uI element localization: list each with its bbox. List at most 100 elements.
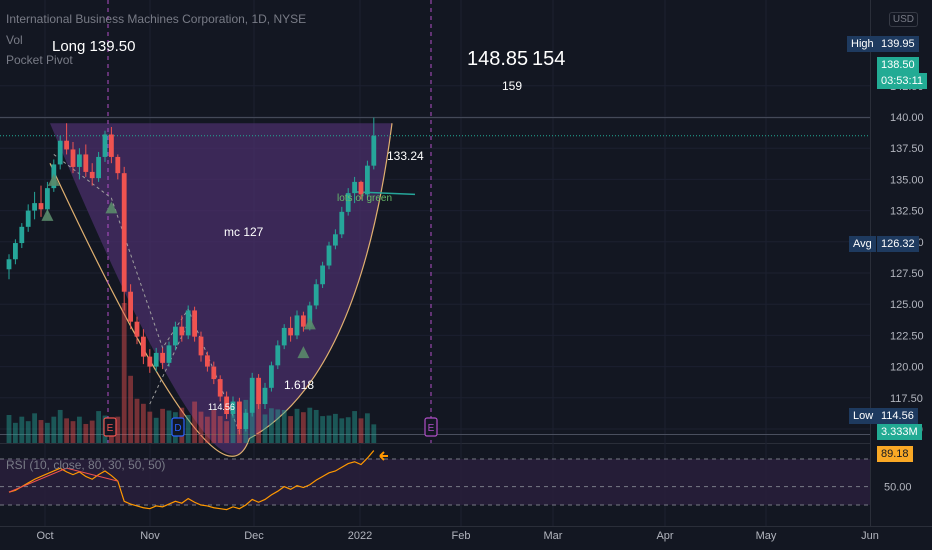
price-axis-label: 135.00 [890,174,924,186]
candle-body [339,211,345,235]
candle-body [57,140,63,165]
price-axis-border [870,0,871,526]
volume-bar [211,409,217,443]
event-marker-label: E [428,423,435,434]
rsi-axis-label: 50.00 [884,482,912,494]
long-entry-label: Long 139.50 [52,38,136,55]
candle-body [160,352,165,363]
candle-body [70,149,76,167]
candle-body [301,315,306,327]
candle-body [192,310,197,337]
volume-bar [96,411,101,443]
volume-bar [70,421,76,443]
volume-bar [38,420,44,443]
volume-bar [365,413,370,443]
cup-low-label: 114.56 [208,402,235,412]
price-axis-label: 122.50 [890,330,924,342]
candle-body [109,134,114,157]
volume-badge: 3.333M [877,424,922,440]
avg-badge-value: 126.32 [877,236,919,252]
candle-body [256,377,261,405]
price-axis-label: 132.50 [890,206,924,218]
candle-body [320,265,325,285]
candle-body [25,210,31,227]
volume-bar [13,422,18,443]
support-level-label: 133.24 [387,149,424,163]
volume-bar [198,411,204,443]
volume-bar [313,409,319,443]
volume-bar [160,408,165,443]
low-badge-value: 114.56 [877,408,918,424]
candle-body [173,326,178,346]
high-badge-label: High [847,36,878,52]
volume-bar [147,411,153,443]
volume-bar [64,418,69,443]
candle-body [205,355,210,367]
target-2-label: 154 [532,48,566,70]
last-price-badge: 138.50 [877,57,919,73]
candle-body [153,352,159,367]
volume-bar [326,415,332,443]
volume-bar [320,416,325,443]
candle-body [83,154,89,172]
volume-bar [166,410,172,443]
candle-body [371,135,377,166]
event-marker-label: D [174,423,181,434]
rsi-indicator-label[interactable]: RSI (10, close, 80, 30, 50, 50) [6,458,165,472]
candle-body [134,321,140,337]
candle-body [128,291,133,322]
volume-bar [352,411,357,443]
time-axis-label: Oct [36,530,53,542]
candle-body [211,366,217,380]
volume-bar [153,417,159,443]
candle-body [352,181,357,194]
candle-body [121,173,127,292]
price-axis-label: 125.00 [890,299,924,311]
time-axis-label: Apr [656,530,673,542]
pocket-pivot-label[interactable]: Pocket Pivot [6,53,73,67]
candle-body [198,336,204,356]
volume-bar [141,403,146,443]
time-axis-label: Jun [861,530,879,542]
volume-bar [371,424,377,443]
currency-label[interactable]: USD [888,12,918,27]
target-3-label: 159 [502,79,523,93]
candle-body [243,412,249,429]
volume-bar [275,409,281,443]
time-axis-label: Mar [544,530,563,542]
candle-body [275,345,281,366]
volume-bar [19,416,25,443]
pane-separator [0,443,870,444]
volume-bar [83,423,89,443]
candle-body [294,315,300,336]
volume-bar [6,415,12,443]
time-axis-label: May [756,530,777,542]
volume-indicator-label[interactable]: Vol [6,33,23,47]
volume-bar [339,418,345,443]
candle-body [141,336,146,357]
chart-title: International Business Machines Corporat… [6,12,307,26]
volume-bar [358,418,364,443]
candle-body [237,401,242,429]
volume-bar [121,303,127,443]
candle-body [166,345,172,363]
volume-bar [134,398,140,443]
candle-body [333,234,338,246]
candle-body [89,171,95,179]
volume-bar [217,416,223,443]
candle-body [185,310,191,336]
volume-bar [45,422,50,443]
candle-body [249,377,255,413]
volume-bar [307,407,313,443]
volume-bar [224,421,229,443]
low-badge-label: Low [849,408,878,424]
time-axis-label: Dec [244,530,264,542]
price-axis-label: 137.50 [890,143,924,155]
price-axis-label: 120.00 [890,362,924,374]
high-badge-value: 139.95 [877,36,919,52]
candle-body [13,243,18,260]
candle-body [64,140,69,150]
volume-bar [205,416,210,443]
candle-body [269,365,274,388]
event-marker-label: E [107,423,114,434]
